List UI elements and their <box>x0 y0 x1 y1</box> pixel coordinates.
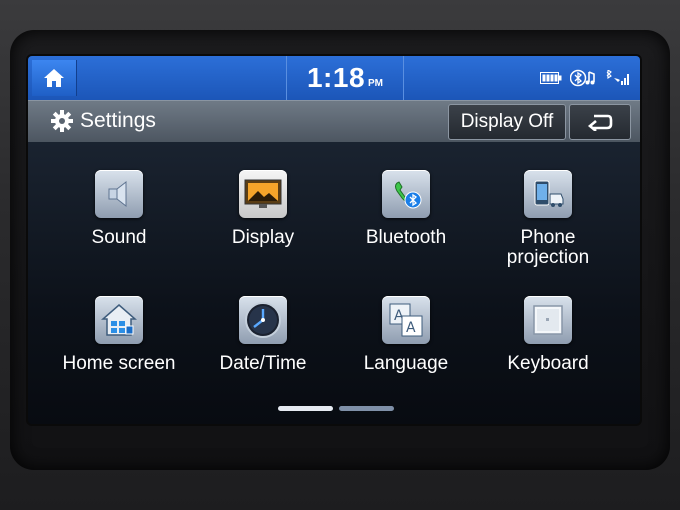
phone-signal-icon <box>606 70 629 85</box>
menu-item-phone-projection[interactable]: Phone projection <box>478 170 618 270</box>
keyboard-tile <box>524 296 572 344</box>
back-button[interactable] <box>569 104 631 140</box>
menu-item-label-line1: Phone <box>520 227 576 248</box>
status-bar: 1:18 PM <box>28 56 640 100</box>
bluetooth-tile <box>382 170 430 218</box>
menu-item-label: Phone projection <box>507 228 589 268</box>
menu-item-label-line2: projection <box>506 247 590 268</box>
page-title-group: Settings <box>50 109 156 133</box>
back-arrow-icon <box>587 114 613 131</box>
language-icon: A A <box>389 303 423 337</box>
menu-item-label: Date/Time <box>219 353 307 374</box>
speaker-icon <box>108 180 127 208</box>
clock-ampm: PM <box>368 77 384 89</box>
clock: 1:18 PM <box>286 56 404 100</box>
status-icons <box>540 68 630 88</box>
bluetooth-icon <box>395 181 422 209</box>
page-indicator-active[interactable] <box>278 406 333 411</box>
menu-item-display[interactable]: Display <box>193 170 333 270</box>
gear-icon <box>51 110 73 132</box>
home-screen-icon <box>101 304 137 336</box>
home-screen-tile <box>95 296 143 344</box>
title-bar: Settings Display Off <box>28 100 640 143</box>
keyboard-icon <box>533 305 563 335</box>
phone-projection-tile <box>524 170 572 218</box>
menu-item-label: Home screen <box>62 353 176 374</box>
page-indicator-inactive[interactable] <box>339 406 394 411</box>
menu-item-label: Keyboard <box>507 353 589 374</box>
sound-tile <box>95 170 143 218</box>
clock-time: 1:18 <box>306 62 366 93</box>
infotainment-screen: 1:18 PM Settings Display Off Sound Displ… <box>28 56 640 424</box>
svg-text:A: A <box>406 320 416 336</box>
menu-item-date-time[interactable]: Date/Time <box>193 296 333 396</box>
clock-icon <box>245 302 281 338</box>
menu-item-language[interactable]: A A Language <box>336 296 476 396</box>
bluetooth-audio-icon <box>570 69 595 87</box>
display-tile <box>239 170 287 218</box>
menu-item-label: Language <box>363 353 449 374</box>
menu-item-bluetooth[interactable]: Bluetooth <box>336 170 476 270</box>
date-time-tile <box>239 296 287 344</box>
menu-item-home-screen[interactable]: Home screen <box>49 296 189 396</box>
home-button[interactable] <box>32 60 77 96</box>
menu-item-label: Bluetooth <box>365 227 447 248</box>
page-title: Settings <box>80 109 156 132</box>
language-tile: A A <box>382 296 430 344</box>
menu-item-keyboard[interactable]: Keyboard <box>478 296 618 396</box>
battery-icon <box>540 72 562 84</box>
settings-menu: Sound Display Bluetooth Phone projection… <box>28 142 640 424</box>
phone-projection-icon <box>534 180 564 207</box>
menu-item-label: Sound <box>91 227 147 248</box>
menu-item-sound[interactable]: Sound <box>49 170 189 270</box>
display-icon <box>244 179 282 208</box>
home-icon <box>44 69 64 87</box>
menu-item-label: Display <box>231 227 295 248</box>
display-off-button[interactable]: Display Off <box>448 104 566 140</box>
